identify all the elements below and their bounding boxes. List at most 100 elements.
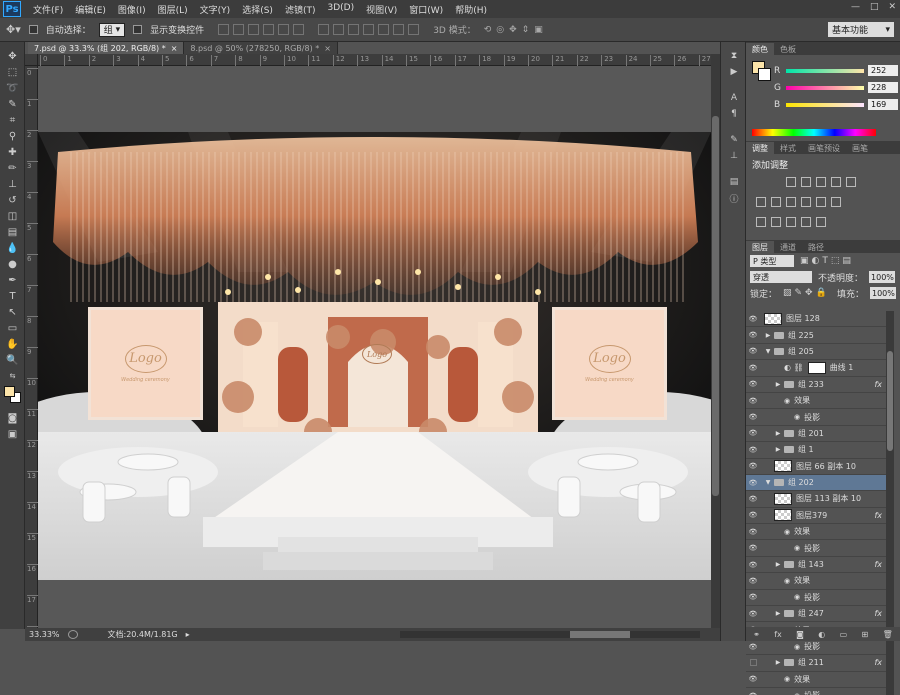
background-color-swatch[interactable] <box>758 68 771 81</box>
color-lookup-icon[interactable] <box>831 197 841 207</box>
3d-scale-icon[interactable]: ▣ <box>534 25 543 35</box>
layer-row[interactable]: 👁 ▶ 组 201 <box>746 426 886 443</box>
vibrance-icon[interactable] <box>846 177 856 187</box>
fx-icon[interactable]: fx <box>874 609 882 618</box>
visibility-eye-icon[interactable]: 👁 <box>746 380 760 388</box>
character-panel-icon[interactable]: A <box>721 90 747 106</box>
new-adjustment-icon[interactable]: ◐ <box>818 630 825 639</box>
align-vcenter-icon[interactable] <box>233 24 245 35</box>
distribute-right-icon[interactable] <box>393 24 405 35</box>
effect-eye-icon[interactable]: ◉ <box>784 675 790 683</box>
marquee-tool-icon[interactable]: ⬚ <box>0 64 25 80</box>
blend-mode-dropdown[interactable]: 穿透 <box>750 271 812 283</box>
fx-icon[interactable]: fx <box>874 560 882 569</box>
fx-icon[interactable]: fx <box>874 511 882 520</box>
eraser-tool-icon[interactable]: ◫ <box>0 208 25 224</box>
expand-triangle-icon[interactable]: ▶ <box>774 446 782 453</box>
close-icon[interactable]: × <box>171 44 178 53</box>
minimize-button[interactable]: — <box>851 2 860 12</box>
blue-slider[interactable] <box>786 102 864 107</box>
scroll-thumb[interactable] <box>887 351 893 451</box>
new-group-icon[interactable]: ▭ <box>840 630 848 639</box>
visibility-eye-icon[interactable]: 👁 <box>746 593 760 601</box>
brush-tool-icon[interactable]: ✏ <box>0 160 25 176</box>
layer-row[interactable]: 👁 ◉ 效果 <box>746 393 886 410</box>
layer-row[interactable]: 👁 ◉ 投影 <box>746 409 886 426</box>
green-slider[interactable] <box>786 85 864 90</box>
red-slider[interactable] <box>786 68 864 73</box>
tab-brush-presets[interactable]: 画笔预设 <box>802 142 846 154</box>
add-style-icon[interactable]: fx <box>774 630 782 639</box>
blue-value[interactable]: 169 <box>868 99 898 110</box>
canvas-horizontal-scrollbar[interactable] <box>400 631 700 638</box>
visibility-eye-icon[interactable]: 👁 <box>746 429 760 437</box>
ruler-origin[interactable] <box>25 54 38 66</box>
curves-icon[interactable] <box>816 177 826 187</box>
doc-tab-8[interactable]: 8.psd @ 50% (278250, RGB/8) * × <box>184 42 338 54</box>
invert-icon[interactable] <box>756 217 766 227</box>
link-layers-icon[interactable]: ⚭ <box>753 630 760 639</box>
layer-row[interactable]: 👁 ◉ 投影 <box>746 540 886 557</box>
hand-tool-icon[interactable]: ✋ <box>0 336 25 352</box>
layer-row[interactable]: 👁 ▼ 组 202 <box>746 474 886 492</box>
menu-item[interactable]: 编辑(E) <box>69 3 112 16</box>
menu-item[interactable]: 文件(F) <box>27 3 69 16</box>
tab-adjustments[interactable]: 调整 <box>746 142 774 154</box>
scroll-thumb[interactable] <box>712 116 719 496</box>
effect-eye-icon[interactable]: ◉ <box>784 577 790 585</box>
expand-triangle-icon[interactable]: ▶ <box>774 659 782 666</box>
blur-tool-icon[interactable]: 💧 <box>0 240 25 256</box>
align-top-icon[interactable] <box>218 24 230 35</box>
zoom-tool-icon[interactable]: 🔍 <box>0 352 25 368</box>
visibility-eye-icon[interactable]: 👁 <box>746 544 760 552</box>
brush-panel-icon[interactable]: ✎ <box>721 132 747 148</box>
properties-panel-icon[interactable]: ▤ <box>721 174 747 190</box>
auto-select-checkbox[interactable] <box>28 25 38 34</box>
scroll-thumb[interactable] <box>570 631 630 638</box>
layer-row[interactable]: ▶ 组 211 fx <box>746 655 886 672</box>
horizontal-ruler[interactable]: 0 1 2 3 4 5 6 7 8 9 10 11 12 13 14 15 16 17 18 19 20 21 22 23 24… <box>38 54 711 66</box>
color-balance-icon[interactable] <box>771 197 781 207</box>
history-panel-icon[interactable]: ⧗ <box>721 48 747 64</box>
effect-eye-icon[interactable]: ◉ <box>794 643 800 651</box>
3d-slide-icon[interactable]: ⇕ <box>522 25 530 35</box>
actions-panel-icon[interactable]: ▶ <box>721 64 747 80</box>
show-transform-checkbox[interactable] <box>133 25 143 34</box>
healing-brush-tool-icon[interactable]: ✚ <box>0 144 25 160</box>
status-menu-icon[interactable]: ▸ <box>186 630 190 639</box>
tab-styles[interactable]: 样式 <box>774 142 802 154</box>
color-spectrum-bar[interactable] <box>752 129 876 136</box>
layer-row[interactable]: 👁 图层379 fx <box>746 508 886 525</box>
visibility-eye-icon[interactable]: 👁 <box>746 528 760 536</box>
threshold-icon[interactable] <box>786 217 796 227</box>
visibility-eye-icon[interactable]: 👁 <box>746 347 760 355</box>
black-white-icon[interactable] <box>786 197 796 207</box>
lock-icons[interactable]: ▨✎✥🔒 <box>783 288 830 298</box>
brightness-contrast-icon[interactable] <box>786 177 796 187</box>
visibility-eye-icon[interactable]: 👁 <box>746 413 760 421</box>
visibility-eye-icon[interactable] <box>746 659 760 667</box>
zoom-level[interactable]: 33.33% <box>29 630 60 639</box>
paragraph-panel-icon[interactable]: ¶ <box>721 106 747 122</box>
menu-item[interactable]: 滤镜(T) <box>279 3 322 16</box>
align-right-icon[interactable] <box>293 24 305 35</box>
layer-row[interactable]: 👁 图层 66 副本 10 <box>746 459 886 475</box>
menu-item[interactable]: 文字(Y) <box>194 3 237 16</box>
expand-triangle-icon[interactable]: ▶ <box>774 561 782 568</box>
tab-layers[interactable]: 图层 <box>746 241 774 253</box>
visibility-eye-icon[interactable]: 👁 <box>746 495 760 503</box>
doc-tab-7[interactable]: 7.psd @ 33.3% (组 202, RGB/8) * × <box>28 42 185 54</box>
distribute-bottom-icon[interactable] <box>348 24 360 35</box>
tab-color[interactable]: 颜色 <box>746 43 774 55</box>
layer-row[interactable]: 👁 ◉ 投影 <box>746 590 886 607</box>
layer-row[interactable]: 👁 ▶ 组 1 <box>746 442 886 459</box>
visibility-eye-icon[interactable]: 👁 <box>746 643 760 651</box>
expand-triangle-icon[interactable]: ▶ <box>774 610 782 617</box>
dodge-tool-icon[interactable]: ● <box>0 256 25 272</box>
menu-item[interactable]: 选择(S) <box>236 3 279 16</box>
selective-color-icon[interactable] <box>801 217 811 227</box>
effect-eye-icon[interactable]: ◉ <box>794 413 800 421</box>
kind-filter-dropdown[interactable]: P 类型 <box>750 255 794 267</box>
menu-item[interactable]: 图像(I) <box>112 3 152 16</box>
3d-roll-icon[interactable]: ◎ <box>496 25 504 35</box>
